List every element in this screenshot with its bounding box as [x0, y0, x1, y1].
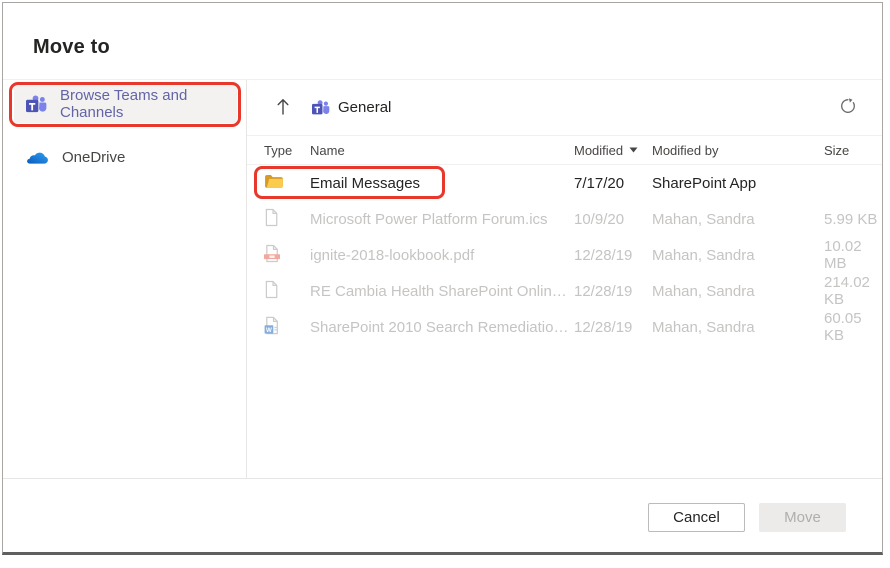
file-word-icon: W [264, 316, 280, 339]
file-modified-by: Mahan, Sandra [652, 211, 824, 228]
cancel-button[interactable]: Cancel [648, 503, 745, 532]
up-arrow-icon [273, 95, 293, 120]
file-generic-icon [264, 208, 279, 231]
file-size: 60.05 KB [824, 310, 882, 344]
file-modified-by: SharePoint App [652, 175, 824, 192]
move-to-dialog: Move to Browse Teams and Channels [2, 2, 883, 555]
file-name: Microsoft Power Platform Forum.ics [310, 211, 574, 228]
dialog-title: Move to [33, 36, 110, 59]
svg-text:W: W [266, 326, 272, 333]
column-header-modified-by[interactable]: Modified by [652, 143, 824, 158]
file-size: 5.99 KB [824, 211, 882, 228]
column-header-type[interactable]: Type [264, 143, 310, 158]
file-size: 214.02 KB [824, 274, 882, 308]
up-button[interactable] [271, 93, 295, 122]
file-pdf-icon [264, 244, 280, 267]
file-name: ignite-2018-lookbook.pdf [310, 247, 574, 264]
sidebar-item-label: Browse Teams and Channels [60, 87, 237, 121]
file-row[interactable]: ignite-2018-lookbook.pdf 12/28/19 Mahan,… [247, 237, 882, 273]
file-row[interactable]: W SharePoint 2010 Search Remediation... … [247, 309, 882, 345]
file-row[interactable]: RE Cambia Health SharePoint Online ... 1… [247, 273, 882, 309]
dialog-header: Move to [3, 3, 882, 80]
table-header: Type Name Modified Modified by Size [247, 136, 882, 165]
sidebar-item-onedrive[interactable]: OneDrive [14, 140, 237, 174]
sidebar-item-label: OneDrive [62, 149, 125, 166]
file-modified-by: Mahan, Sandra [652, 319, 824, 336]
file-modified: 12/28/19 [574, 319, 652, 336]
column-header-size[interactable]: Size [824, 143, 882, 158]
column-header-modified[interactable]: Modified [574, 143, 652, 158]
file-generic-icon [264, 280, 279, 303]
onedrive-icon [25, 150, 49, 165]
sidebar: Browse Teams and Channels OneDrive [3, 80, 247, 478]
folder-icon [264, 174, 283, 193]
file-row[interactable]: Microsoft Power Platform Forum.ics 10/9/… [247, 201, 882, 237]
sidebar-item-browse-teams[interactable]: Browse Teams and Channels [14, 85, 237, 123]
breadcrumb-location: General [338, 99, 391, 116]
move-button[interactable]: Move [759, 503, 846, 532]
file-modified: 12/28/19 [574, 283, 652, 300]
file-browser: General Type Name Modified [247, 80, 882, 478]
file-row[interactable]: Email Messages 7/17/20 SharePoint App [247, 165, 882, 201]
file-modified-by: Mahan, Sandra [652, 283, 824, 300]
file-name: SharePoint 2010 Search Remediation... [310, 319, 574, 336]
column-header-name[interactable]: Name [310, 143, 574, 158]
file-list: Email Messages 7/17/20 SharePoint App Mi… [247, 165, 882, 345]
file-modified: 7/17/20 [574, 175, 652, 192]
file-modified-by: Mahan, Sandra [652, 247, 824, 264]
teams-icon [25, 94, 47, 114]
refresh-icon [838, 96, 858, 119]
breadcrumb[interactable]: General [311, 99, 391, 116]
column-header-modified-label: Modified [574, 143, 623, 158]
dialog-footer: Cancel Move [3, 478, 882, 555]
refresh-button[interactable] [836, 94, 860, 121]
file-name: RE Cambia Health SharePoint Online ... [310, 283, 574, 300]
toolbar: General [247, 80, 882, 136]
file-name: Email Messages [310, 175, 574, 192]
teams-icon [311, 99, 330, 116]
file-modified: 12/28/19 [574, 247, 652, 264]
file-size: 10.02 MB [824, 238, 882, 272]
sort-desc-icon [629, 147, 638, 153]
file-modified: 10/9/20 [574, 211, 652, 228]
